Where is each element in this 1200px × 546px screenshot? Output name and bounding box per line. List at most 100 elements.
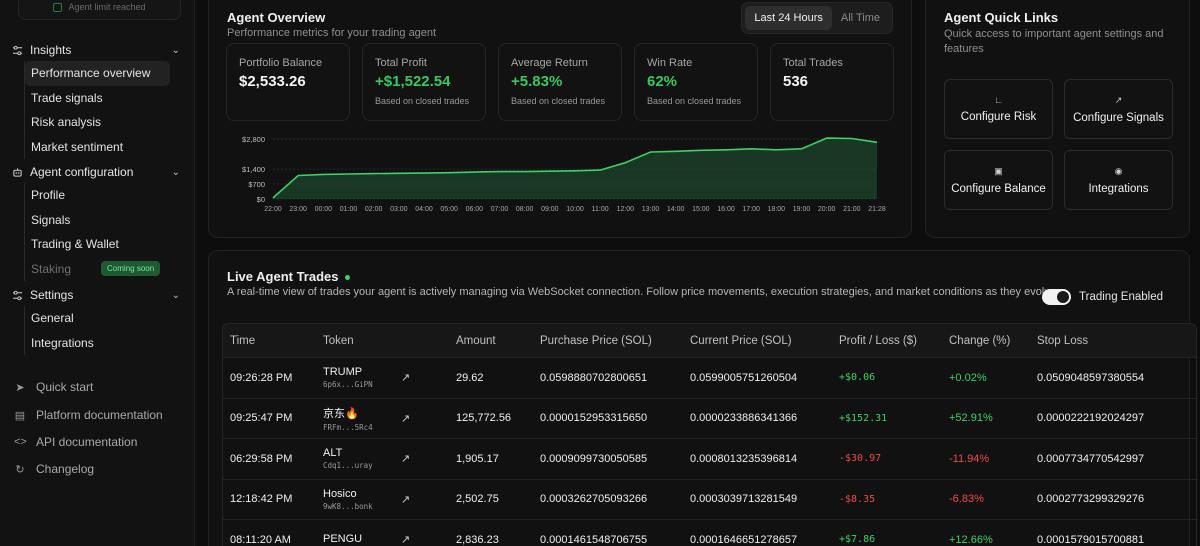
token-address: 9wK8...bonk bbox=[323, 501, 373, 511]
sidebar-item-trading-wallet[interactable]: Trading & Wallet bbox=[25, 232, 170, 257]
live-trades-title: Live Agent Trades bbox=[227, 269, 1059, 284]
x-tick-label: 01:00 bbox=[340, 206, 358, 213]
x-tick-label: 07:00 bbox=[491, 206, 509, 213]
sidebar-item-risk-analysis[interactable]: Risk analysis bbox=[25, 110, 170, 135]
stat-value: +5.83% bbox=[511, 73, 563, 90]
col-amount: Amount bbox=[456, 334, 496, 347]
cell-time: 08:11:20 AM bbox=[230, 533, 291, 546]
nav-head-settings[interactable]: Settings ⌄ bbox=[0, 284, 195, 306]
footer-link-quick-start[interactable]: ➤ Quick start bbox=[14, 378, 93, 396]
x-tick-label: 08:00 bbox=[516, 206, 534, 213]
configure-signals-button[interactable]: ↗ Configure Signals bbox=[1064, 79, 1173, 139]
line-chart-icon: ∟ bbox=[994, 95, 1003, 105]
table-row[interactable]: 12:18:42 PM Hosico 9wK8...bonk ↗ 2,502.75 0.0… bbox=[223, 480, 1196, 520]
trend-up-icon: ↗ bbox=[1114, 94, 1123, 105]
x-tick-label: 21:00 bbox=[843, 206, 861, 213]
footer-link-api-documentation[interactable]: <> API documentation bbox=[14, 433, 137, 451]
nav-group-settings: Settings ⌄ General Integrations bbox=[0, 284, 195, 355]
token-name: ALT bbox=[323, 447, 343, 460]
sidebar-item-performance-overview[interactable]: Performance overview bbox=[25, 61, 170, 86]
robot-icon bbox=[53, 2, 63, 12]
external-link-icon[interactable]: ↗ bbox=[401, 412, 410, 425]
sidebar-item-general[interactable]: General bbox=[25, 306, 170, 331]
col-stop-loss: Stop Loss bbox=[1037, 334, 1089, 347]
sidebar-item-profile[interactable]: Profile bbox=[25, 183, 170, 208]
sidebar-item-label: Staking bbox=[31, 261, 72, 276]
token-address: 6p6x...GiPN bbox=[323, 380, 373, 390]
x-tick-label: 12:00 bbox=[617, 206, 635, 213]
external-link-icon[interactable]: ↗ bbox=[401, 493, 410, 506]
x-tick-label: 02:00 bbox=[365, 206, 383, 213]
x-tick-label: 18:00 bbox=[768, 206, 786, 213]
x-tick-label: 05:00 bbox=[440, 206, 458, 213]
cell-current-price: 0.0000233886341366 bbox=[690, 412, 798, 425]
x-tick-label: 20:00 bbox=[818, 206, 836, 213]
external-link-icon[interactable]: ↗ bbox=[401, 533, 410, 546]
nav-head-label: Agent configuration bbox=[30, 165, 134, 179]
cell-token: Hosico 9wK8...bonk ↗ bbox=[316, 488, 449, 511]
x-tick-label: 21:28 bbox=[868, 206, 886, 213]
live-trades-subtitle: A real-time view of trades your agent is… bbox=[227, 286, 1059, 298]
table-row[interactable]: 08:11:20 AM PENGU ↗ 2,836.23 0.0001461548706… bbox=[223, 520, 1196, 546]
footer-link-label: Changelog bbox=[36, 462, 95, 476]
x-tick-label: 19:00 bbox=[793, 206, 811, 213]
cell-stop-loss: 0.0001579015700881 bbox=[1037, 533, 1145, 546]
sidebar-item-integrations[interactable]: Integrations bbox=[25, 331, 170, 356]
cell-profit-loss: +$152.31 bbox=[839, 412, 888, 424]
configure-risk-button[interactable]: ∟ Configure Risk bbox=[944, 79, 1053, 139]
x-tick-label: 14:00 bbox=[667, 206, 685, 213]
cell-amount: 125,772.56 bbox=[456, 412, 512, 425]
stat-label: Portfolio Balance bbox=[239, 57, 323, 69]
cell-purchase-price: 0.0003262705093266 bbox=[540, 493, 648, 506]
trading-enabled-toggle[interactable] bbox=[1042, 289, 1072, 305]
chevron-down-icon[interactable]: ⌄ bbox=[172, 45, 180, 56]
stat-label: Total Trades bbox=[783, 57, 843, 69]
stat-note: Based on closed trades bbox=[375, 96, 470, 106]
nav-head-agent-configuration[interactable]: Agent configuration ⌄ bbox=[0, 161, 195, 183]
table-row[interactable]: 09:26:28 PM TRUMP 6p6x...GiPN ↗ 29.62 0.05988… bbox=[223, 358, 1196, 399]
button-label: Configure Signals bbox=[1073, 111, 1164, 124]
token-name: TRUMP bbox=[323, 366, 363, 379]
cell-token: ALT Cdq1...uray ↗ bbox=[316, 447, 449, 470]
integrations-button[interactable]: ◉ Integrations bbox=[1064, 150, 1173, 210]
external-link-icon[interactable]: ↗ bbox=[401, 371, 410, 384]
nav-head-insights[interactable]: Insights ⌄ bbox=[0, 39, 195, 61]
table-row[interactable]: 06:29:58 PM ALT Cdq1...uray ↗ 1,905.17 0.0009… bbox=[223, 439, 1196, 480]
col-token: Token bbox=[323, 334, 354, 347]
x-tick-label: 17:00 bbox=[742, 206, 760, 213]
chevron-down-icon[interactable]: ⌄ bbox=[172, 167, 180, 178]
token-name: Hosico bbox=[323, 487, 357, 500]
token-name: PENGU bbox=[323, 532, 363, 545]
sidebar-item-market-sentiment[interactable]: Market sentiment bbox=[25, 135, 170, 160]
col-profit-loss: Profit / Loss ($) bbox=[839, 334, 917, 347]
table-body: 09:26:28 PM TRUMP 6p6x...GiPN ↗ 29.62 0.05988… bbox=[223, 358, 1196, 546]
cell-amount: 29.62 bbox=[456, 371, 484, 384]
stat-total-profit: Total Profit +$1,522.54 Based on closed … bbox=[362, 43, 486, 121]
robot-icon bbox=[13, 167, 22, 177]
range-last-24-hours[interactable]: Last 24 Hours bbox=[745, 6, 832, 30]
col-change: Change (%) bbox=[949, 334, 1011, 347]
token-info: 京东🔥 FRFm...5Rc4 bbox=[323, 405, 391, 432]
table-row[interactable]: 09:25:47 PM 京东🔥 FRFm...5Rc4 ↗ 125,772.56 0.00… bbox=[223, 399, 1196, 439]
cell-token: TRUMP 6p6x...GiPN ↗ bbox=[316, 366, 449, 389]
sidebar-item-trade-signals[interactable]: Trade signals bbox=[25, 86, 170, 111]
configure-balance-button[interactable]: ▣ Configure Balance bbox=[944, 150, 1053, 210]
cell-amount: 2,502.75 bbox=[456, 493, 499, 506]
cell-current-price: 0.0003039713281549 bbox=[690, 493, 798, 506]
cell-purchase-price: 0.0001461548706755 bbox=[540, 533, 648, 546]
range-all-time[interactable]: All Time bbox=[832, 6, 889, 30]
live-indicator-icon bbox=[344, 275, 350, 281]
external-link-icon[interactable]: ↗ bbox=[401, 452, 410, 465]
trading-enabled-label: Trading Enabled bbox=[1079, 291, 1163, 303]
cell-change: +12.66% bbox=[949, 533, 993, 546]
stat-value: +$1,522.54 bbox=[375, 73, 451, 90]
footer-link-platform-documentation[interactable]: ▤ Platform documentation bbox=[14, 406, 163, 424]
footer-link-changelog[interactable]: ↻ Changelog bbox=[14, 460, 94, 478]
trading-enabled-control: Trading Enabled bbox=[1042, 289, 1163, 305]
code-icon: <> bbox=[14, 436, 27, 448]
cell-purchase-price: 0.0000152953315650 bbox=[540, 412, 648, 425]
button-label: Configure Balance bbox=[951, 182, 1046, 195]
sidebar-item-signals[interactable]: Signals bbox=[25, 208, 170, 233]
token-info: TRUMP 6p6x...GiPN bbox=[323, 366, 391, 389]
chevron-down-icon[interactable]: ⌄ bbox=[172, 290, 180, 301]
